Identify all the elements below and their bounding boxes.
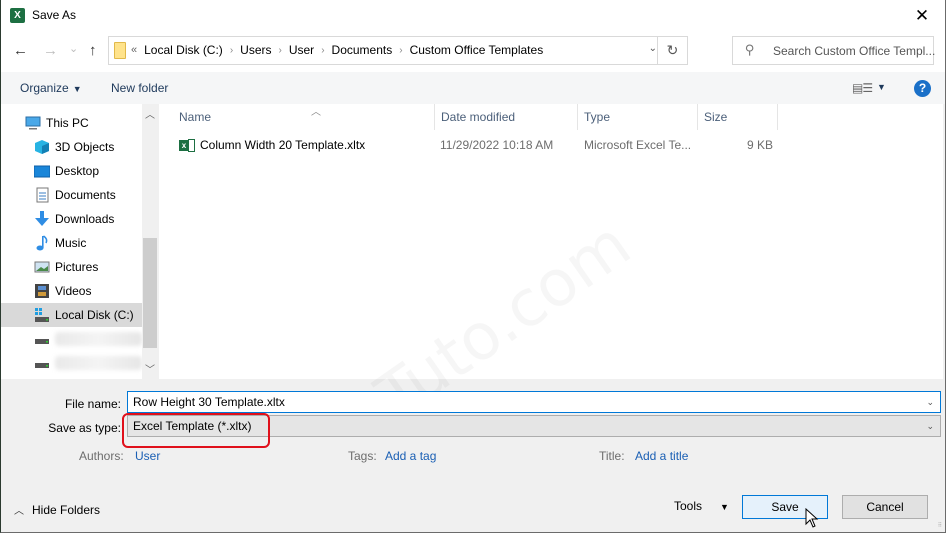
new-folder-button[interactable]: New folder bbox=[111, 81, 168, 95]
videos-icon bbox=[34, 283, 50, 299]
breadcrumb-local-disk[interactable]: Local Disk (C:) bbox=[144, 43, 223, 57]
computer-icon bbox=[25, 115, 41, 131]
chevron-up-icon: ︿ bbox=[14, 506, 24, 517]
breadcrumb-custom-office-templates[interactable]: Custom Office Templates bbox=[410, 43, 544, 57]
caret-down-icon: ▼ bbox=[72, 84, 82, 94]
file-date-cell: 11/29/2022 10:18 AM bbox=[440, 138, 554, 152]
scroll-up-icon[interactable]: ︿ bbox=[142, 106, 158, 122]
file-name-input[interactable]: Row Height 30 Template.xltx ⌄ bbox=[127, 391, 941, 413]
scroll-down-icon[interactable]: ﹀ bbox=[142, 361, 158, 377]
file-type-cell: Microsoft Excel Te... bbox=[584, 138, 692, 152]
breadcrumb-overflow-icon[interactable]: « bbox=[131, 44, 137, 56]
pictures-icon bbox=[34, 259, 50, 275]
breadcrumb-documents[interactable]: Documents bbox=[332, 43, 393, 57]
documents-icon bbox=[34, 187, 50, 203]
breadcrumb-separator-icon[interactable]: › bbox=[321, 45, 324, 56]
up-arrow-icon[interactable]: ↑ bbox=[89, 40, 97, 62]
scrollbar-thumb[interactable] bbox=[143, 238, 157, 348]
title-label: Title: bbox=[599, 449, 625, 463]
music-icon bbox=[34, 235, 50, 251]
forward-arrow-icon[interactable]: → bbox=[43, 40, 58, 62]
excel-template-icon: x bbox=[179, 138, 195, 152]
search-box[interactable]: ⚲ Search Custom Office Templ... bbox=[732, 36, 935, 65]
organize-label: Organize bbox=[20, 81, 69, 95]
tags-label: Tags: bbox=[348, 449, 377, 463]
authors-label: Authors: bbox=[79, 449, 124, 463]
sidebar-item-3d-objects[interactable]: 3D Objects bbox=[1, 135, 142, 159]
save-type-dropdown-chevron-icon[interactable]: ⌄ bbox=[926, 416, 934, 436]
caret-down-icon: ▼ bbox=[720, 502, 729, 512]
downloads-icon bbox=[34, 211, 50, 227]
cancel-button[interactable]: Cancel bbox=[842, 495, 928, 519]
sidebar-item-documents[interactable]: Documents bbox=[1, 183, 142, 207]
navigation-pane: This PC 3D Objects Desktop Documents Dow… bbox=[1, 104, 158, 379]
sidebar-item-this-pc[interactable]: This PC bbox=[1, 111, 142, 135]
breadcrumb-separator-icon[interactable]: › bbox=[230, 45, 233, 56]
file-list: Name ︿ Date modified Type Size x Column … bbox=[159, 104, 943, 379]
search-icon: ⚲ bbox=[745, 42, 755, 57]
save-button[interactable]: Save bbox=[742, 495, 828, 519]
breadcrumb-separator-icon[interactable]: › bbox=[279, 45, 282, 56]
navigation-bar: ← → ⌄ ↑ « Local Disk (C:) › Users › User… bbox=[1, 32, 945, 72]
view-caret-down-icon[interactable]: ▼ bbox=[877, 82, 886, 92]
breadcrumb-user[interactable]: User bbox=[289, 43, 314, 57]
close-button[interactable]: ✕ bbox=[899, 0, 945, 31]
breadcrumb-separator-icon[interactable]: › bbox=[399, 45, 402, 56]
sidebar-item-downloads[interactable]: Downloads bbox=[1, 207, 142, 231]
add-tag-link[interactable]: Add a tag bbox=[385, 449, 436, 463]
recent-locations-chevron-icon[interactable]: ⌄ bbox=[69, 38, 78, 60]
drive-icon bbox=[34, 331, 50, 347]
excel-icon: X bbox=[10, 8, 28, 23]
view-options-icon[interactable]: ▤☰ bbox=[852, 81, 873, 95]
file-name-cell: x Column Width 20 Template.xltx bbox=[179, 138, 365, 152]
sidebar-item-desktop[interactable]: Desktop bbox=[1, 159, 142, 183]
sidebar-item-local-disk[interactable]: Local Disk (C:) bbox=[1, 303, 142, 327]
title-bar: X Save As ✕ bbox=[1, 0, 945, 32]
blurred-drive-label bbox=[55, 332, 142, 346]
resize-grip-icon[interactable]: ⠿ bbox=[938, 522, 942, 529]
sidebar-item-pictures[interactable]: Pictures bbox=[1, 255, 142, 279]
save-as-type-select[interactable]: Excel Template (*.xltx) ⌄ bbox=[127, 415, 941, 437]
help-icon[interactable]: ? bbox=[914, 80, 931, 97]
sidebar-item-music[interactable]: Music bbox=[1, 231, 142, 255]
organize-button[interactable]: Organize ▼ bbox=[20, 81, 82, 95]
dialog-title: Save As bbox=[32, 8, 77, 22]
breadcrumb-users[interactable]: Users bbox=[240, 43, 271, 57]
add-title-link[interactable]: Add a title bbox=[635, 449, 688, 463]
save-as-type-label: Save as type: bbox=[48, 421, 121, 435]
file-name-dropdown-chevron-icon[interactable]: ⌄ bbox=[926, 392, 934, 412]
desktop-icon bbox=[33, 163, 51, 179]
sidebar-item-videos[interactable]: Videos bbox=[1, 279, 142, 303]
save-as-dialog: X Save As ✕ ← → ⌄ ↑ « Local Disk (C:) › … bbox=[0, 0, 946, 533]
hide-folders-button[interactable]: ︿ Hide Folders bbox=[14, 502, 100, 518]
navigation-pane-scrollbar[interactable]: ︿ ﹀ bbox=[142, 104, 158, 379]
refresh-button[interactable]: ↻ bbox=[657, 37, 687, 64]
local-disk-icon bbox=[34, 307, 50, 323]
address-bar[interactable]: « Local Disk (C:) › Users › User › Docum… bbox=[108, 36, 688, 65]
search-input[interactable]: Search Custom Office Templ... bbox=[773, 44, 935, 58]
3d-objects-icon bbox=[34, 139, 50, 155]
column-header-date-modified[interactable]: Date modified bbox=[435, 104, 578, 130]
tools-menu-button[interactable]: Tools ▼ bbox=[674, 499, 729, 513]
column-header-size[interactable]: Size bbox=[698, 104, 778, 130]
drive-icon bbox=[34, 355, 50, 371]
file-name-label: File name: bbox=[64, 397, 121, 411]
address-dropdown-chevron-icon[interactable]: ⌄ bbox=[649, 43, 657, 54]
sort-ascending-icon: ︿ bbox=[311, 107, 321, 118]
sidebar-item-drive[interactable] bbox=[1, 351, 142, 375]
folder-icon bbox=[114, 42, 126, 59]
file-size-cell: 9 KB bbox=[747, 138, 774, 152]
column-header-type[interactable]: Type bbox=[578, 104, 698, 130]
sidebar-item-drive[interactable] bbox=[1, 327, 142, 351]
file-row[interactable]: x Column Width 20 Template.xltx 11/29/20… bbox=[159, 134, 779, 156]
authors-value[interactable]: User bbox=[135, 449, 160, 463]
column-header-name[interactable]: Name ︿ bbox=[173, 104, 435, 130]
breadcrumb: « Local Disk (C:) › Users › User › Docum… bbox=[131, 43, 543, 57]
back-arrow-icon[interactable]: ← bbox=[13, 40, 28, 62]
command-bar: Organize ▼ New folder ▤☰ ▼ ? bbox=[1, 72, 945, 104]
blurred-drive-label bbox=[55, 356, 142, 370]
